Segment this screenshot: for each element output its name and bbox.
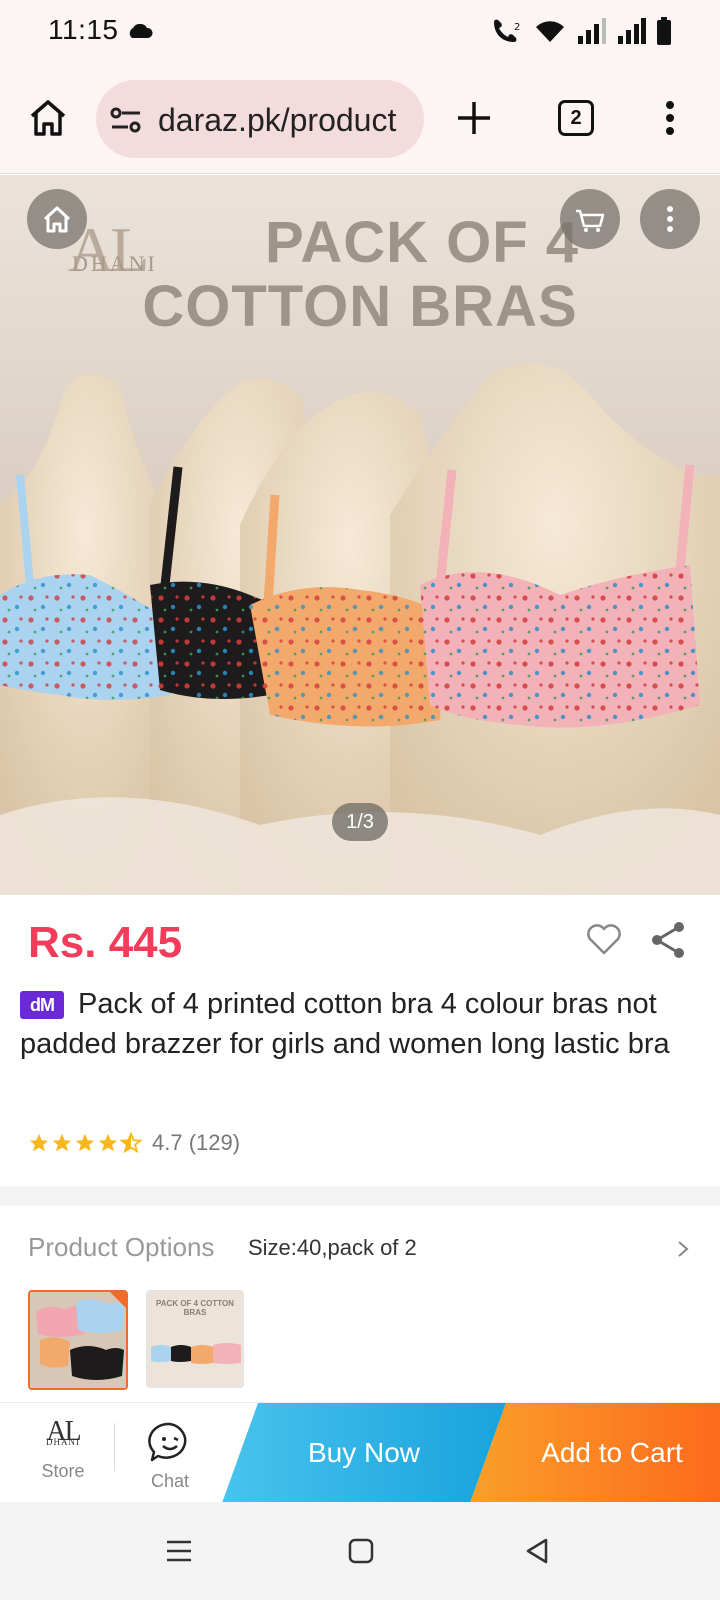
buy-now-button[interactable]: Buy Now xyxy=(222,1403,506,1503)
more-dot xyxy=(667,206,673,212)
product-title: dM Pack of 4 printed cotton bra 4 colour … xyxy=(20,984,700,1064)
store-button[interactable]: AL DHANI Store xyxy=(24,1417,102,1497)
product-rating[interactable]: 4.7 (129) xyxy=(28,1130,240,1156)
status-time: 11:15 xyxy=(48,14,119,45)
more-dot xyxy=(667,226,673,232)
hero-home-button[interactable] xyxy=(27,189,87,249)
half-star-icon xyxy=(120,1132,142,1154)
share-icon[interactable] xyxy=(648,920,688,960)
screen: { "status_bar": {"time": "11:15"}, "brow… xyxy=(0,0,720,1600)
home-icon xyxy=(43,206,71,233)
product-price: Rs. 445 xyxy=(28,918,183,967)
divider xyxy=(114,1423,115,1471)
tab-switcher-button[interactable]: 2 xyxy=(558,100,594,136)
product-title-text: Pack of 4 printed cotton bra 4 colour br… xyxy=(20,988,670,1060)
star-icon xyxy=(52,1133,72,1152)
more-dot xyxy=(667,216,673,222)
product-options-label[interactable]: Product Options xyxy=(28,1232,214,1263)
hero-more-button[interactable] xyxy=(640,189,700,249)
svg-text:2: 2 xyxy=(514,22,520,33)
rating-stars xyxy=(28,1132,142,1154)
dm-badge: dM xyxy=(20,991,64,1019)
product-options-value[interactable]: Size:40,pack of 2 xyxy=(248,1235,417,1261)
bottom-action-bar: AL DHANI Store Chat Buy Now Add to Cart xyxy=(0,1402,720,1503)
star-icon xyxy=(75,1133,95,1152)
browser-home-icon[interactable] xyxy=(28,98,68,138)
thumbnail-2-caption: PACK OF 4 COTTON BRAS xyxy=(156,1299,234,1317)
chat-label: Chat xyxy=(150,1471,190,1491)
chevron-right-icon[interactable] xyxy=(676,1240,690,1258)
section-divider xyxy=(0,1186,720,1206)
url-text[interactable]: daraz.pk/product xyxy=(158,102,396,139)
nav-home-icon[interactable] xyxy=(348,1538,374,1564)
product-image-carousel[interactable]: AL DHANI PACK OF 4 COTTON BRAS 1/3 xyxy=(0,175,720,895)
address-bar[interactable]: daraz.pk/product xyxy=(96,80,424,158)
site-settings-icon[interactable] xyxy=(110,106,142,134)
new-tab-icon[interactable] xyxy=(456,100,492,136)
hero-title-line2: COTTON BRAS xyxy=(142,274,578,339)
thumbnail-image-1 xyxy=(30,1292,126,1388)
browser-toolbar: daraz.pk/product 2 xyxy=(0,64,720,174)
chat-icon xyxy=(148,1422,187,1462)
system-nav-bar xyxy=(0,1502,720,1600)
image-pager: 1/3 xyxy=(332,803,388,841)
option-thumbnail-2[interactable]: PACK OF 4 COTTON BRAS xyxy=(146,1290,244,1388)
status-bar: 11:15 2 xyxy=(0,0,720,64)
chat-button[interactable]: Chat xyxy=(128,1421,212,1501)
back-icon[interactable] xyxy=(524,1538,550,1564)
option-thumbnail-1[interactable] xyxy=(28,1290,128,1390)
browser-menu-icon[interactable] xyxy=(660,100,680,136)
signal-icon xyxy=(578,18,606,44)
star-icon xyxy=(98,1133,118,1152)
wifi-calling-icon: 2 xyxy=(494,19,520,42)
store-logo-sub: DHANI xyxy=(46,1437,80,1447)
wifi-icon xyxy=(536,21,564,42)
cloud-icon xyxy=(129,24,153,38)
recents-icon[interactable] xyxy=(166,1538,192,1564)
battery-icon xyxy=(657,17,671,45)
wishlist-heart-icon[interactable] xyxy=(586,922,622,956)
add-to-cart-button[interactable]: Add to Cart xyxy=(470,1403,720,1503)
star-icon xyxy=(29,1133,49,1152)
store-label: Store xyxy=(41,1461,85,1481)
cart-icon xyxy=(576,209,605,232)
signal-icon-2 xyxy=(618,18,646,44)
rating-text: 4.7 (129) xyxy=(152,1130,241,1155)
hero-cart-button[interactable] xyxy=(560,189,620,249)
